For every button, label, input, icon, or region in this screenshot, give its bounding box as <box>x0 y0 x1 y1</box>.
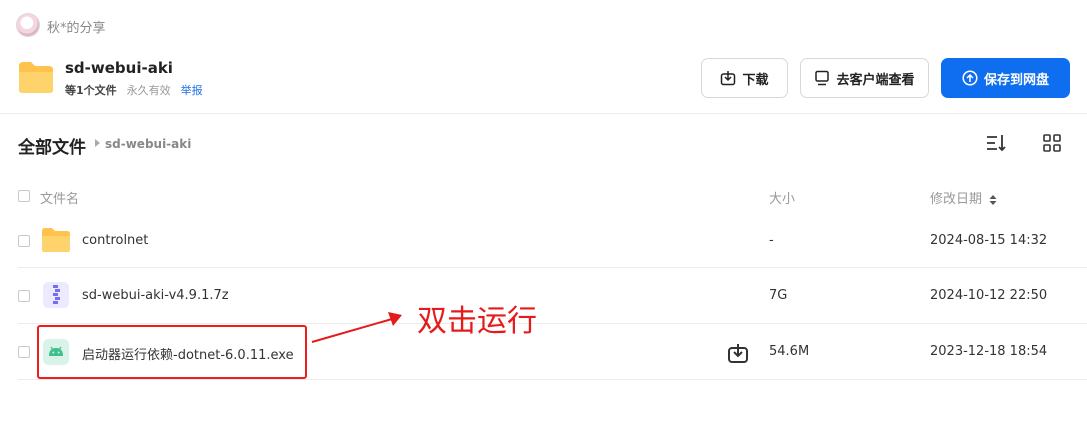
row-divider <box>18 323 1087 324</box>
file-name[interactable]: sd-webui-aki-v4.9.1.7z <box>82 288 229 303</box>
open-client-button[interactable]: 去客户端查看 <box>800 58 929 98</box>
validity: 永久有效 <box>126 84 171 97</box>
archive-icon <box>43 282 69 308</box>
file-modified: 2024-08-15 14:32 <box>930 233 1048 248</box>
save-to-disk-label: 保存到网盘 <box>983 72 1049 88</box>
header-modified-label: 修改日期 <box>930 192 983 207</box>
report-link[interactable]: 举报 <box>181 82 203 98</box>
folder-icon <box>42 228 70 252</box>
cloud-upload-icon <box>962 70 978 86</box>
sharer-avatar <box>16 13 40 37</box>
file-modified: 2023-12-18 18:54 <box>930 344 1048 359</box>
annotation-text: 双击运行 <box>417 304 537 339</box>
file-count: 等1个文件 <box>65 84 117 97</box>
breadcrumb-current: sd-webui-aki <box>105 137 192 151</box>
header-modified[interactable]: 修改日期 <box>930 188 997 207</box>
open-client-label: 去客户端查看 <box>836 72 915 88</box>
row-checkbox[interactable] <box>18 235 30 247</box>
file-size: 7G <box>769 288 788 303</box>
row-divider <box>18 379 1087 380</box>
download-icon <box>721 71 736 86</box>
grid-view-icon[interactable] <box>1042 133 1062 153</box>
folder-icon <box>19 62 53 93</box>
monitor-icon <box>815 70 830 86</box>
header-name[interactable]: 文件名 <box>40 188 79 207</box>
file-size: - <box>769 233 774 248</box>
file-size: 54.6M <box>769 344 810 359</box>
select-all-checkbox[interactable] <box>18 190 30 202</box>
download-label: 下载 <box>742 72 769 88</box>
share-title: sd-webui-aki <box>65 59 173 77</box>
row-checkbox[interactable] <box>18 346 30 358</box>
breadcrumb-root[interactable]: 全部文件 <box>18 133 86 158</box>
download-icon[interactable] <box>727 342 749 364</box>
sort-icon <box>989 194 997 205</box>
highlight-box <box>37 325 307 379</box>
save-to-disk-button[interactable]: 保存到网盘 <box>941 58 1070 98</box>
share-meta: 等1个文件 永久有效 举报 <box>65 82 203 98</box>
file-name[interactable]: controlnet <box>82 233 148 248</box>
file-modified: 2024-10-12 22:50 <box>930 288 1048 303</box>
row-divider <box>18 267 1087 268</box>
row-checkbox[interactable] <box>18 290 30 302</box>
header-size[interactable]: 大小 <box>769 188 795 207</box>
arrow-icon <box>311 312 402 343</box>
breadcrumb-separator-icon <box>95 139 100 147</box>
sharer-name: 秋*的分享 <box>47 21 106 36</box>
download-button[interactable]: 下载 <box>701 58 788 98</box>
list-sort-icon[interactable] <box>985 132 1007 154</box>
header-divider <box>0 113 1087 114</box>
